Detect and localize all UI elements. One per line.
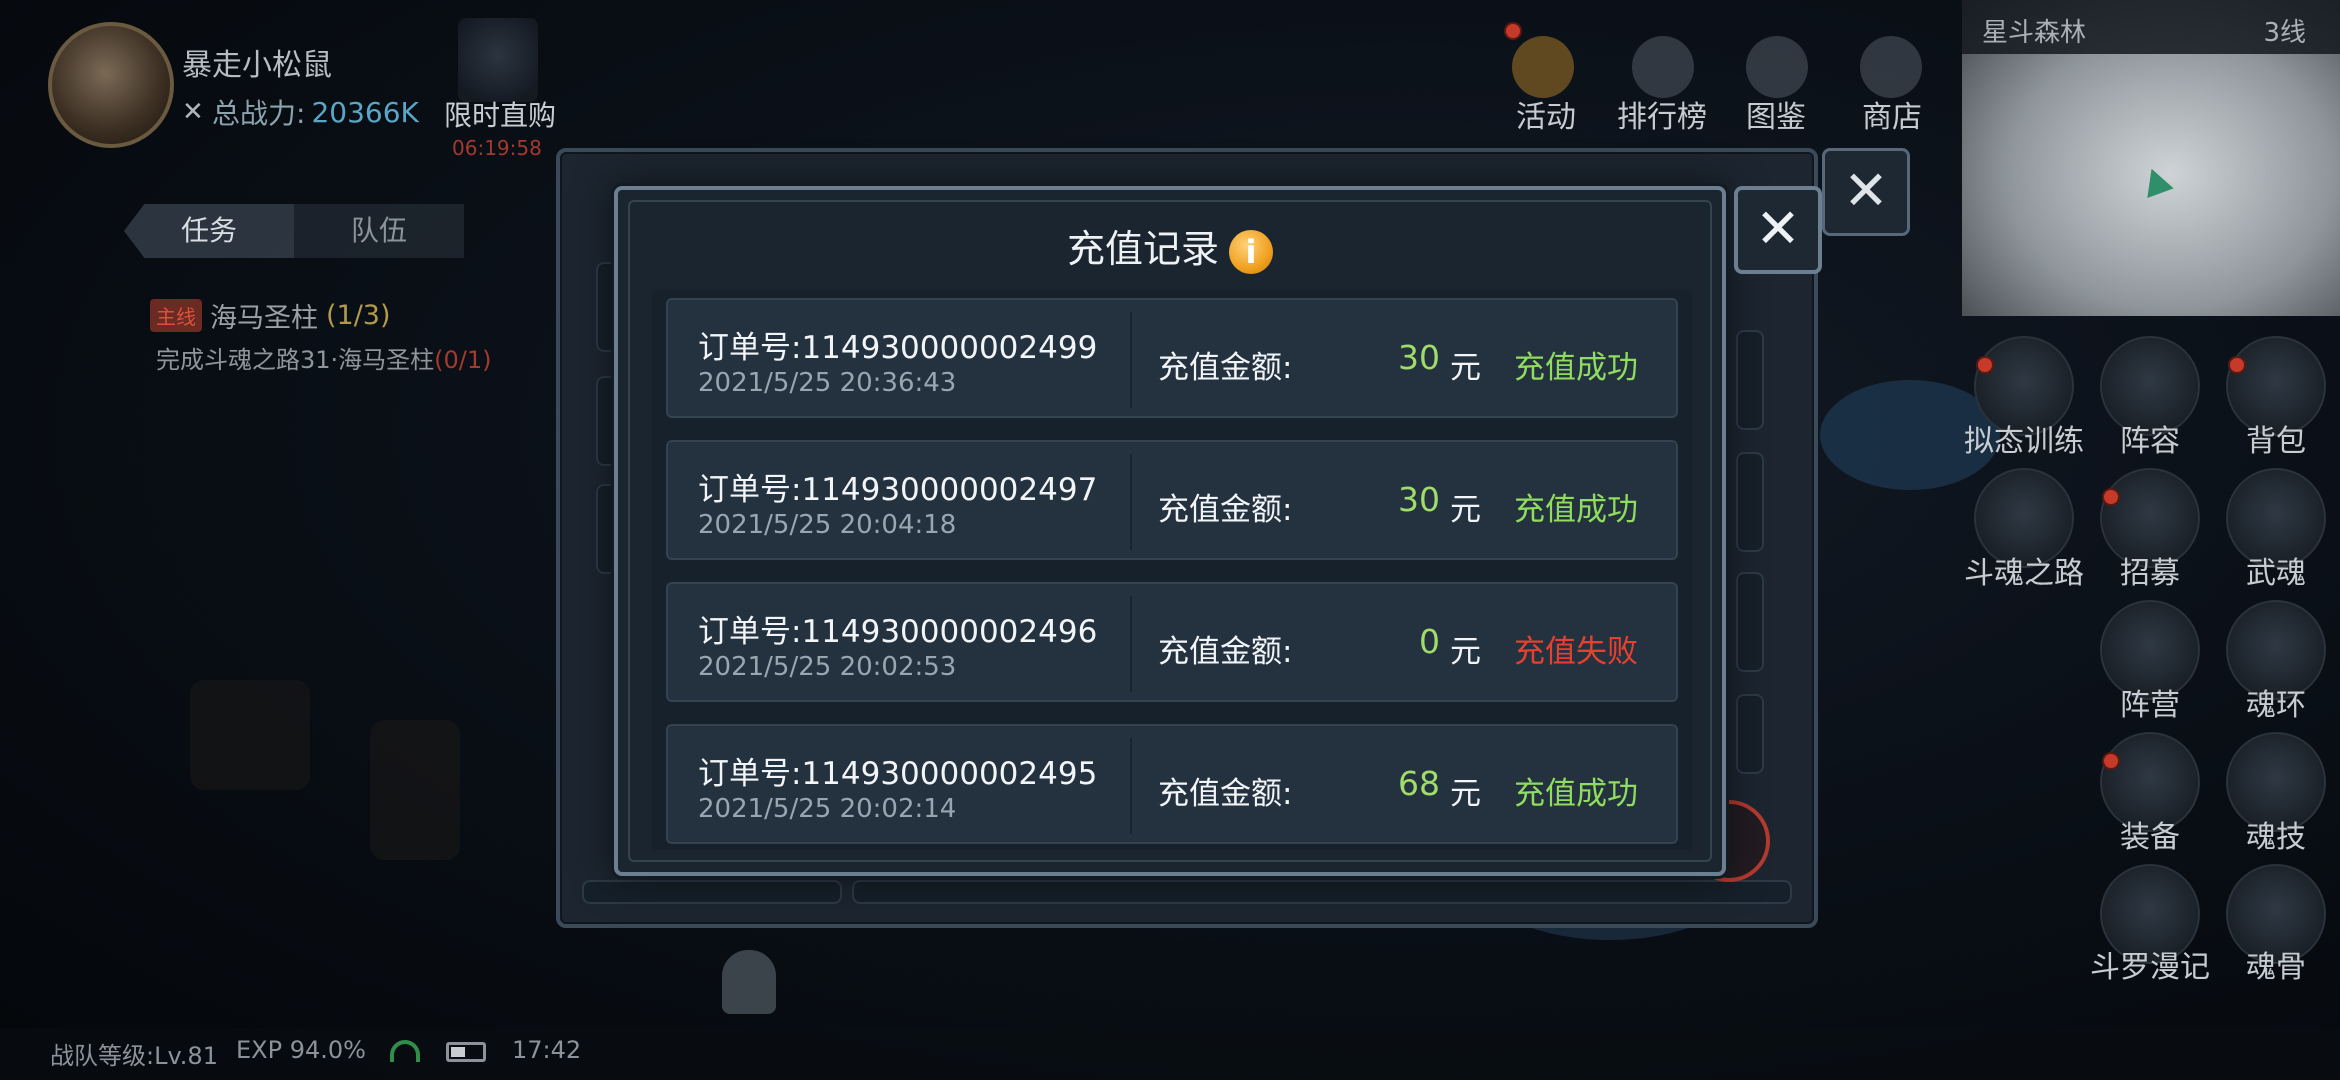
amount-label: 充值金额: [1158,350,1293,386]
recharge-status: 充值成功 [1514,350,1638,386]
settings-slot[interactable] [1736,572,1764,672]
soul-ring-label[interactable]: 魂环 [2186,680,2340,724]
order-number: 订单号:114930000002499 [698,330,1098,366]
order-number: 订单号:114930000002497 [698,472,1098,508]
limited-offer-icon[interactable] [458,18,538,102]
record-divider [1130,312,1132,408]
settings-footer-right [852,880,1792,904]
record-divider [1130,596,1132,692]
order-time: 2021/5/25 20:02:53 [698,652,957,682]
order-time: 2021/5/25 20:04:18 [698,510,957,540]
order-time: 2021/5/25 20:02:14 [698,794,957,824]
info-icon[interactable]: i [1229,229,1273,274]
amount-value: 30 [1398,338,1440,377]
battery-icon [446,1042,486,1062]
ranking-label[interactable]: 排行榜 [1602,92,1722,136]
amount-unit: 元 [1450,634,1481,670]
clock: 17:42 [512,1036,582,1064]
quest-entry[interactable]: 主线 海马圣柱 (1/3) [150,296,391,335]
settings-footer-left [582,880,842,904]
character-icon[interactable] [722,950,776,1014]
amount-value: 68 [1398,764,1440,803]
wifi-icon [390,1040,420,1062]
quest-title: 海马圣柱 [210,303,318,334]
record-divider [1130,454,1132,550]
player-position-marker [2138,163,2174,199]
recharge-record: 订单号:114930000002495 2021/5/25 20:02:14 充… [666,724,1678,844]
amount-unit: 元 [1450,776,1481,812]
equipment-badge [2102,752,2120,770]
tab-team[interactable]: 队伍 [294,204,464,258]
close-button[interactable]: ✕ [1734,186,1822,274]
team-level: 战队等级:Lv.81 [50,1042,218,1070]
recharge-record-list[interactable]: 订单号:114930000002499 2021/5/25 20:36:43 充… [652,290,1692,850]
martial-soul-label[interactable]: 武魂 [2186,548,2340,592]
quest-desc-text: 完成斗魂之路31·海马圣柱 [156,346,435,374]
dialog-title-text: 充值记录 [1066,227,1219,271]
order-time: 2021/5/25 20:36:43 [698,368,957,398]
recharge-status: 充值失败 [1514,634,1638,670]
recharge-status: 充值成功 [1514,492,1638,528]
scene-stump [370,720,460,860]
recruit-badge [2102,488,2120,506]
order-number: 订单号:114930000002495 [698,756,1098,792]
settings-close-button[interactable]: ✕ [1822,148,1910,236]
amount-label: 充值金额: [1158,776,1293,812]
activity-badge [1504,22,1522,40]
limited-offer-timer: 06:19:58 [452,136,542,160]
recharge-record: 订单号:114930000002497 2021/5/25 20:04:18 充… [666,440,1678,560]
recharge-record-dialog: 充值记录 i 订单号:114930000002499 2021/5/25 20:3… [614,186,1726,876]
quest-description[interactable]: 完成斗魂之路31·海马圣柱(0/1) [156,340,492,375]
amount-label: 充值金额: [1158,634,1293,670]
crossed-swords-icon: ✕ [182,97,204,127]
amount-unit: 元 [1450,350,1481,386]
shop-label[interactable]: 商店 [1832,92,1952,136]
settings-slot[interactable] [1736,694,1764,774]
mimic-training-badge [1976,356,1994,374]
player-name: 暴走小松鼠 [182,48,332,83]
quest-tabs: 任务 队伍 [124,204,464,258]
player-avatar[interactable] [48,22,174,148]
amount-value: 30 [1398,480,1440,519]
limited-offer-label[interactable]: 限时直购 [444,94,556,134]
settings-slot[interactable] [1736,452,1764,552]
soul-skill-label[interactable]: 魂技 [2186,812,2340,856]
power-label: 总战力: [212,97,306,130]
activity-label[interactable]: 活动 [1486,92,1606,136]
amount-unit: 元 [1450,492,1481,528]
tab-quest[interactable]: 任务 [124,204,294,258]
quest-progress: (1/3) [326,300,391,331]
backpack-badge [2228,356,2246,374]
recharge-record: 订单号:114930000002499 2021/5/25 20:36:43 充… [666,298,1678,418]
order-number: 订单号:114930000002496 [698,614,1098,650]
minimap[interactable]: 星斗森林 3线 [1962,0,2340,316]
minimap-line-number[interactable]: 3线 [2263,12,2306,49]
soul-bone-label[interactable]: 魂骨 [2186,942,2340,986]
quest-desc-progress: (0/1) [434,346,492,374]
amount-value: 0 [1419,622,1440,661]
minimap-area-name: 星斗森林 [1982,18,2087,48]
amount-label: 充值金额: [1158,492,1293,528]
scene-stump [190,680,310,790]
power-row: ✕ 总战力: 20366K [182,92,419,132]
main-quest-badge: 主线 [150,299,202,332]
recharge-record: 订单号:114930000002496 2021/5/25 20:02:53 充… [666,582,1678,702]
compendium-label[interactable]: 图鉴 [1716,92,1836,136]
power-value: 20366K [311,95,419,129]
dialog-title: 充值记录 i [618,218,1722,274]
exp-percent: EXP 94.0% [236,1036,366,1064]
backpack-label[interactable]: 背包 [2186,416,2340,460]
battery-level [451,1047,465,1057]
recharge-status: 充值成功 [1514,776,1638,812]
settings-slot[interactable] [1736,330,1764,430]
record-divider [1130,738,1132,834]
